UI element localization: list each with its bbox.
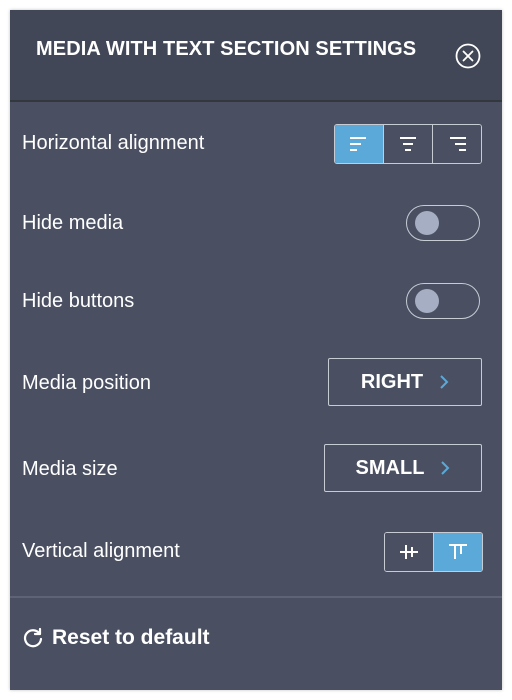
panel-footer: Reset to default (10, 596, 502, 692)
align-top-button[interactable] (434, 533, 482, 571)
row-hide-media: Hide media (10, 205, 502, 243)
media-size-label: Media size (22, 458, 118, 480)
refresh-icon (23, 627, 43, 648)
media-position-label: Media position (22, 372, 151, 394)
row-hide-buttons: Hide buttons (10, 283, 502, 321)
align-center-icon (400, 137, 416, 151)
media-size-select[interactable]: SMALL (324, 444, 482, 492)
hide-buttons-label: Hide buttons (22, 290, 135, 312)
hide-media-toggle[interactable] (406, 205, 480, 241)
media-position-select[interactable]: RIGHT (328, 358, 482, 406)
align-middle-icon (400, 545, 418, 559)
row-media-size: Media size SMALL (10, 444, 502, 494)
panel-header: MEDIA WITH TEXT SECTION SETTINGS (10, 10, 502, 102)
align-right-button[interactable] (433, 125, 481, 163)
hide-media-label: Hide media (22, 212, 124, 234)
reset-button[interactable]: Reset to default (22, 626, 210, 650)
media-position-value: RIGHT (360, 370, 424, 393)
row-media-position: Media position RIGHT (10, 358, 502, 408)
horizontal-alignment-control (334, 124, 482, 164)
align-left-button[interactable] (335, 125, 384, 163)
align-left-icon (350, 137, 366, 151)
chevron-right-icon (440, 460, 450, 476)
horizontal-alignment-label: Horizontal alignment (22, 132, 205, 154)
reset-label: Reset to default (52, 626, 210, 649)
settings-panel: MEDIA WITH TEXT SECTION SETTINGS Horizon… (10, 10, 502, 690)
vertical-alignment-label: Vertical alignment (22, 540, 180, 562)
hide-buttons-toggle[interactable] (406, 283, 480, 319)
close-circle-icon (455, 43, 481, 69)
row-horizontal-alignment: Horizontal alignment (10, 124, 502, 164)
vertical-alignment-control (384, 532, 483, 572)
align-middle-button[interactable] (385, 533, 434, 571)
row-vertical-alignment: Vertical alignment (10, 532, 502, 572)
align-center-button[interactable] (384, 125, 433, 163)
toggle-knob (415, 289, 439, 313)
align-top-icon (449, 544, 467, 559)
chevron-right-icon (439, 374, 449, 390)
media-size-value: SMALL (355, 456, 425, 479)
panel-title: MEDIA WITH TEXT SECTION SETTINGS (36, 38, 417, 60)
align-right-icon (450, 137, 466, 151)
close-button[interactable] (455, 43, 481, 69)
toggle-knob (415, 211, 439, 235)
